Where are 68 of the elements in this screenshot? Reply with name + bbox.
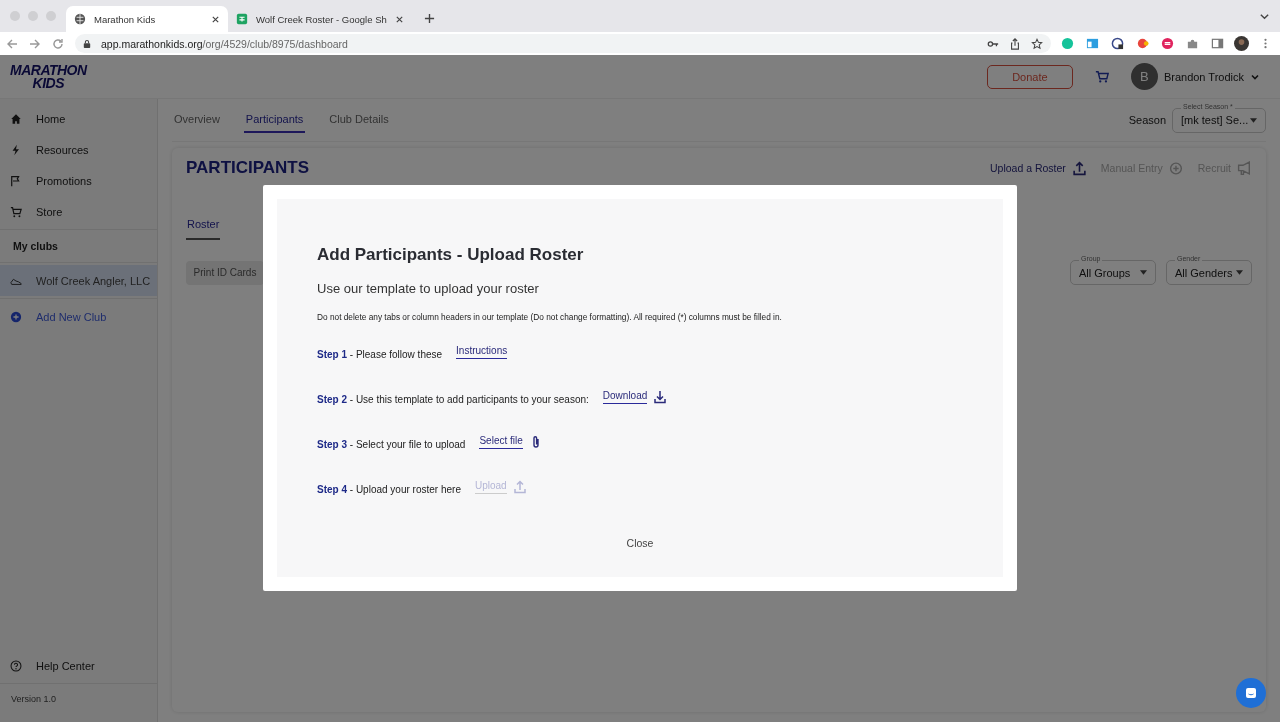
version-label: Version 1.0	[10, 693, 58, 706]
share-icon[interactable]	[1009, 37, 1021, 50]
sidebar-item[interactable]: Home	[0, 103, 157, 134]
step-link[interactable]: Select file	[479, 434, 543, 455]
page-title: PARTICIPANTS	[186, 158, 310, 178]
sidebar-item[interactable]: Store	[0, 196, 157, 227]
star-icon[interactable]	[1031, 37, 1043, 50]
instruction-text: Do not delete any tabs or column headers in our template (Do not change formatting). All required (*) columns must be filled in.	[317, 312, 783, 322]
home-icon	[10, 112, 22, 125]
plus-circle-icon	[10, 310, 22, 323]
flag-icon	[10, 174, 22, 187]
chat-icon	[1244, 686, 1258, 700]
tab[interactable]: Participants	[243, 107, 306, 133]
forward-icon[interactable]	[29, 37, 41, 50]
caret-icon	[1236, 270, 1243, 275]
section-heading: My clubs	[12, 239, 59, 254]
step-text: Step 4 - Upload your roster here	[317, 484, 461, 495]
cart-icon	[10, 205, 22, 218]
help-icon	[10, 659, 22, 672]
donate-button[interactable]: Donate	[986, 64, 1073, 89]
new-tab-icon[interactable]	[423, 13, 435, 24]
logo[interactable]: MARATHON KIDS	[10, 63, 87, 90]
close-button[interactable]: Close	[620, 536, 660, 550]
close-icon[interactable]	[394, 14, 404, 24]
upload-icon	[1071, 160, 1087, 176]
tab[interactable]: Club Details	[327, 107, 391, 133]
print-id-cards-button[interactable]: Print ID Cards	[186, 260, 264, 285]
club-item[interactable]: Wolf Creek Angler, LLC	[0, 265, 157, 296]
lightning-bolt-icon	[10, 143, 22, 156]
browser-tab[interactable]: Wolf Creek Roster - Google Sh	[228, 6, 412, 32]
step-text: Step 2 - Use this template to add participants to your season:	[317, 394, 589, 405]
user-menu[interactable]: B Brandon Trodick	[1130, 63, 1260, 90]
help-center-link[interactable]: Help Center	[0, 650, 157, 681]
reload-icon[interactable]	[52, 37, 64, 50]
upload-icon	[512, 479, 527, 494]
dialog-subtitle: Use our template to upload your roster	[317, 281, 540, 296]
step-text: Step 1 - Please follow these	[317, 349, 443, 360]
close-icon[interactable]	[211, 14, 220, 24]
chevron-down-icon[interactable]	[1259, 11, 1270, 22]
spreadsheet-icon	[236, 13, 248, 25]
caret-icon	[1250, 117, 1257, 123]
plus-circle-icon	[1168, 160, 1184, 176]
back-icon[interactable]	[6, 37, 18, 50]
sidebar-item[interactable]: Resources	[0, 134, 157, 165]
globe-icon	[74, 13, 86, 25]
lock-icon	[83, 38, 91, 49]
action-link[interactable]: Upload a Roster	[990, 160, 1087, 176]
avatar: B	[1130, 63, 1158, 90]
step-link[interactable]: Instructions	[456, 344, 508, 365]
add-club-link[interactable]: Add New Club	[0, 301, 157, 332]
season-label: Season	[1128, 114, 1166, 126]
profile-avatar-icon[interactable]	[1234, 36, 1249, 51]
browser-tab[interactable]: Marathon Kids	[66, 6, 228, 32]
side-panel-icon[interactable]	[1211, 37, 1224, 50]
tab[interactable]: Roster	[186, 214, 221, 240]
cart-icon[interactable]	[1094, 69, 1109, 84]
dialog-title: Add Participants - Upload Roster	[317, 245, 585, 265]
step-link[interactable]: Download	[602, 389, 668, 410]
step-text: Step 3 - Select your file to upload	[317, 439, 466, 450]
megaphone-icon	[1237, 160, 1252, 176]
download-icon	[653, 389, 668, 404]
chat-button[interactable]	[1236, 678, 1266, 708]
tab[interactable]: Overview	[172, 107, 222, 133]
extension-icon[interactable]	[1111, 37, 1124, 50]
url-text: app.marathonkids.org/org/4529/club/8975/dashboard	[101, 37, 348, 50]
caret-icon	[1140, 270, 1147, 275]
address-bar[interactable]: app.marathonkids.org/org/4529/club/8975/dashboard	[75, 34, 1051, 53]
sidebar-item[interactable]: Promotions	[0, 165, 157, 196]
